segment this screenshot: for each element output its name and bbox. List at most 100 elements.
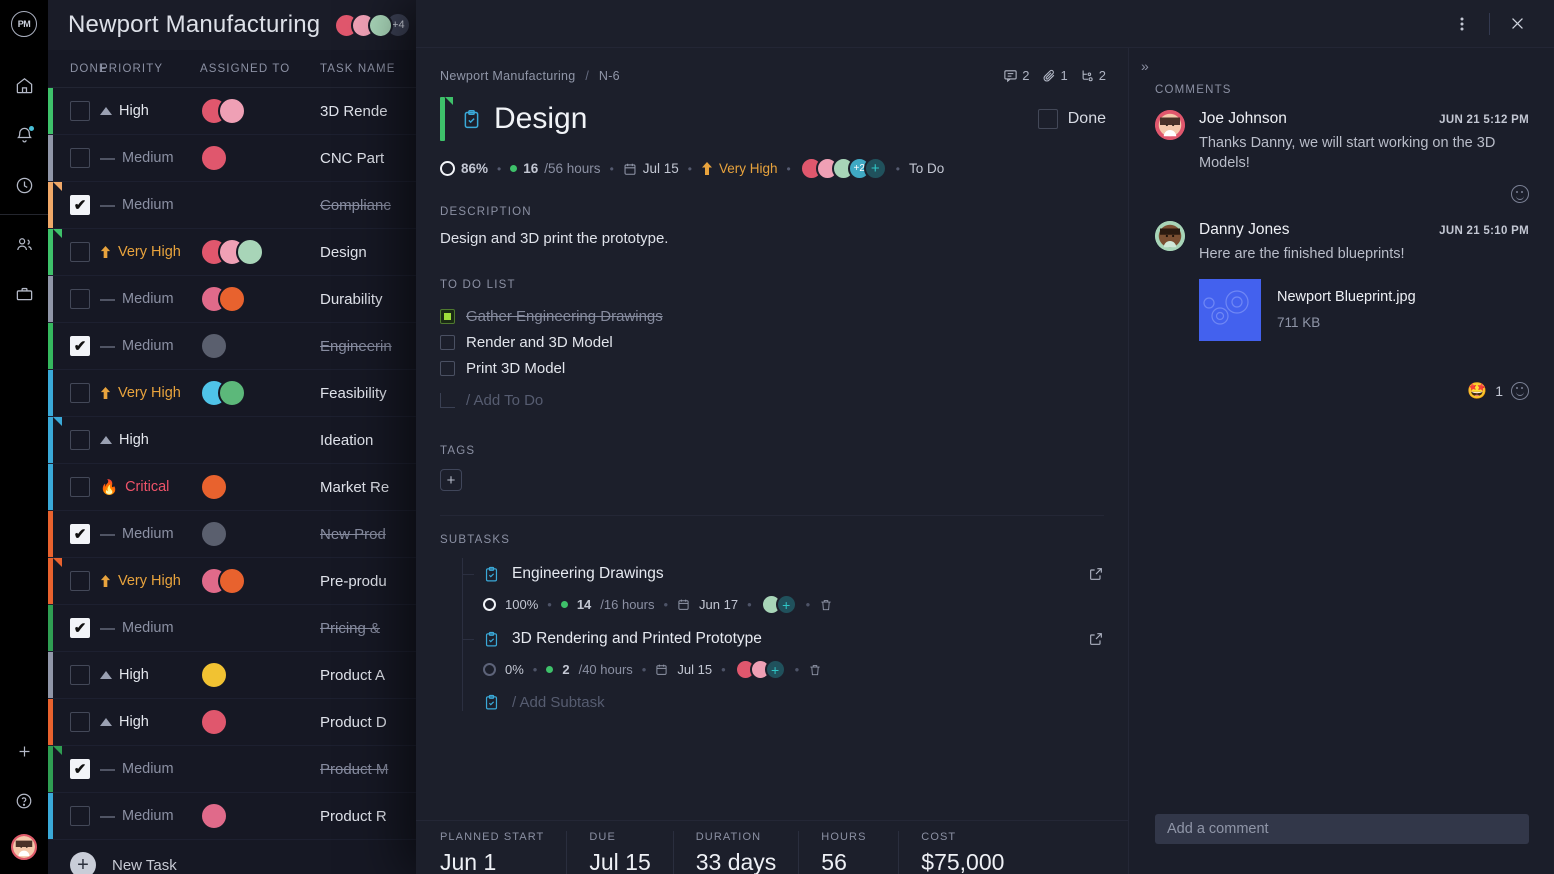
add-todo-button[interactable]: / Add To Do	[440, 385, 1104, 415]
project-members[interactable]: +4	[334, 12, 411, 38]
row-done-checkbox[interactable]	[70, 383, 90, 403]
row-done-checkbox[interactable]	[70, 148, 90, 168]
add-subtask-button[interactable]: / Add Subtask	[463, 694, 1104, 711]
hours-indicator[interactable]: 16 /56 hours	[510, 161, 600, 176]
assignees[interactable]: +2 +	[800, 157, 887, 180]
row-done-cell[interactable]	[48, 571, 100, 591]
avatar[interactable]	[200, 708, 228, 736]
avatar[interactable]	[218, 379, 246, 407]
row-assignees-cell[interactable]	[200, 144, 320, 172]
subtask-item[interactable]: 3D Rendering and Printed Prototype0%•2/4…	[463, 623, 1104, 680]
avatar[interactable]	[218, 285, 246, 313]
due-date-indicator[interactable]: Jul 15	[623, 161, 679, 176]
row-done-checkbox[interactable]: ✔	[70, 618, 90, 638]
row-priority-cell[interactable]: High	[100, 432, 200, 448]
row-priority-cell[interactable]: —Medium	[100, 620, 200, 637]
reaction-emoji[interactable]: 🤩	[1467, 381, 1487, 401]
row-priority-cell[interactable]: Very High	[100, 244, 200, 260]
open-external-icon[interactable]	[1088, 631, 1104, 647]
avatar[interactable]	[200, 520, 228, 548]
row-priority-cell[interactable]: —Medium	[100, 761, 200, 778]
row-done-cell[interactable]	[48, 477, 100, 497]
row-priority-cell[interactable]: Very High	[100, 573, 200, 589]
row-done-cell[interactable]: ✔	[48, 524, 100, 544]
todo-item[interactable]: Gather Engineering Drawings	[440, 303, 1104, 329]
avatar[interactable]	[1155, 221, 1185, 251]
add-assignee-button[interactable]: +	[776, 594, 797, 615]
row-done-checkbox[interactable]	[70, 665, 90, 685]
avatar[interactable]	[218, 567, 246, 595]
row-done-checkbox[interactable]: ✔	[70, 336, 90, 356]
rail-item-home[interactable]	[0, 60, 48, 110]
task-done-toggle[interactable]: Done	[1038, 109, 1106, 129]
current-user-avatar[interactable]	[11, 834, 37, 860]
subtask-name[interactable]: 3D Rendering and Printed Prototype	[512, 630, 1076, 648]
row-priority-cell[interactable]: —Medium	[100, 197, 200, 214]
open-external-icon[interactable]	[1088, 566, 1104, 582]
avatar[interactable]	[200, 332, 228, 360]
row-priority-cell[interactable]: Very High	[100, 385, 200, 401]
row-done-cell[interactable]: ✔	[48, 618, 100, 638]
subtask-assignees[interactable]: +	[735, 659, 786, 680]
row-done-checkbox[interactable]	[70, 806, 90, 826]
avatar[interactable]	[200, 661, 228, 689]
rail-item-portfolio[interactable]	[0, 269, 48, 319]
comment-count[interactable]: 2	[1003, 68, 1029, 83]
row-priority-cell[interactable]: High	[100, 103, 200, 119]
row-assignees-cell[interactable]	[200, 520, 320, 548]
row-assignees-cell[interactable]	[200, 238, 320, 266]
breadcrumb-task-id[interactable]: N-6	[599, 69, 620, 83]
add-reaction-icon[interactable]	[1511, 185, 1529, 203]
progress-indicator[interactable]: 86%	[440, 161, 488, 176]
row-priority-cell[interactable]: —Medium	[100, 338, 200, 355]
row-assignees-cell[interactable]	[200, 97, 320, 125]
row-priority-cell[interactable]: —Medium	[100, 150, 200, 167]
rail-item-people[interactable]	[0, 219, 48, 269]
row-done-cell[interactable]	[48, 242, 100, 262]
breadcrumb-project[interactable]: Newport Manufacturing	[440, 69, 576, 83]
row-done-cell[interactable]	[48, 148, 100, 168]
avatar[interactable]	[236, 238, 264, 266]
trash-icon[interactable]	[819, 598, 833, 612]
row-priority-cell[interactable]: —Medium	[100, 291, 200, 308]
todo-checkbox[interactable]	[440, 309, 455, 324]
priority-indicator[interactable]: Very High	[701, 161, 778, 176]
row-done-checkbox[interactable]: ✔	[70, 759, 90, 779]
rail-item-time[interactable]	[0, 160, 48, 210]
close-modal-button[interactable]	[1498, 5, 1536, 43]
todo-checkbox[interactable]	[440, 361, 455, 376]
row-done-checkbox[interactable]: ✔	[70, 524, 90, 544]
row-priority-cell[interactable]: 🔥Critical	[100, 479, 200, 496]
row-done-checkbox[interactable]	[70, 101, 90, 121]
row-done-cell[interactable]: ✔	[48, 759, 100, 779]
collapse-comments-button[interactable]: »	[1129, 48, 1553, 74]
subtask-name[interactable]: Engineering Drawings	[512, 565, 1076, 583]
row-priority-cell[interactable]: High	[100, 714, 200, 730]
task-detail-scroll[interactable]: Newport Manufacturing / N-6 2	[416, 48, 1128, 820]
subtask-assignees[interactable]: +	[761, 594, 797, 615]
row-assignees-cell[interactable]	[200, 708, 320, 736]
row-done-cell[interactable]	[48, 383, 100, 403]
subtask-count[interactable]: 2	[1080, 68, 1106, 83]
avatar[interactable]	[368, 13, 393, 38]
row-assignees-cell[interactable]	[200, 473, 320, 501]
row-assignees-cell[interactable]	[200, 332, 320, 360]
row-done-cell[interactable]	[48, 665, 100, 685]
row-assignees-cell[interactable]	[200, 802, 320, 830]
app-logo[interactable]: PM	[0, 0, 48, 48]
todo-checkbox[interactable]	[440, 335, 455, 350]
avatar[interactable]	[200, 473, 228, 501]
more-options-button[interactable]	[1443, 5, 1481, 43]
avatar[interactable]	[218, 97, 246, 125]
todo-item[interactable]: Print 3D Model	[440, 355, 1104, 381]
row-done-checkbox[interactable]: ✔	[70, 195, 90, 215]
breadcrumb[interactable]: Newport Manufacturing / N-6	[440, 69, 620, 83]
row-done-cell[interactable]	[48, 806, 100, 826]
add-assignee-button[interactable]: +	[765, 659, 786, 680]
rail-item-help[interactable]	[0, 776, 48, 826]
add-assignee-button[interactable]: +	[864, 157, 887, 180]
row-done-cell[interactable]	[48, 101, 100, 121]
trash-icon[interactable]	[808, 663, 822, 677]
row-done-checkbox[interactable]	[70, 242, 90, 262]
row-done-checkbox[interactable]	[70, 712, 90, 732]
